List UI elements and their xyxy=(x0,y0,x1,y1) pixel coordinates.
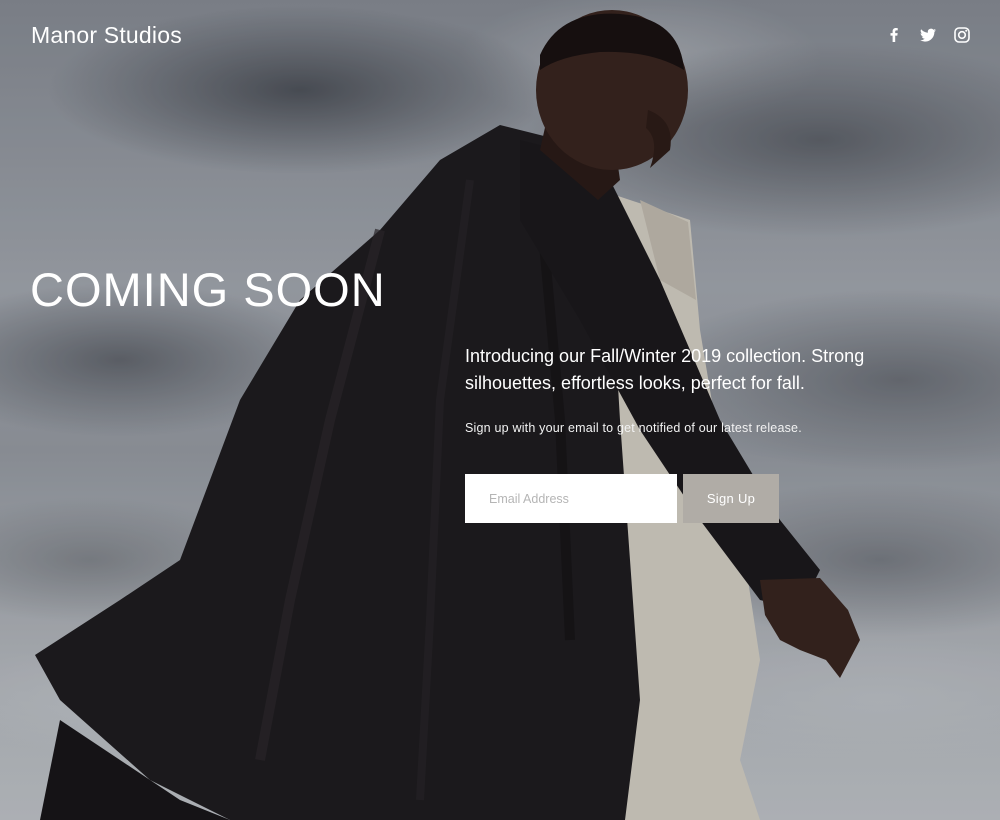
twitter-icon xyxy=(920,28,936,42)
facebook-icon xyxy=(890,28,898,42)
twitter-link[interactable] xyxy=(918,25,938,45)
instagram-icon xyxy=(954,27,970,43)
brand-logo[interactable]: Manor Studios xyxy=(31,22,182,49)
image-overlay xyxy=(0,0,1000,820)
instagram-link[interactable] xyxy=(952,25,972,45)
sign-up-button[interactable]: Sign Up xyxy=(683,474,779,523)
social-links xyxy=(884,25,972,45)
signup-note: Sign up with your email to get notified … xyxy=(465,421,802,435)
newsletter-form: Sign Up xyxy=(465,474,779,523)
email-input[interactable] xyxy=(465,474,677,523)
collection-intro: Introducing our Fall/Winter 2019 collect… xyxy=(465,346,865,393)
coming-soon-heading: COMING SOON xyxy=(30,263,386,316)
facebook-link[interactable] xyxy=(884,25,904,45)
